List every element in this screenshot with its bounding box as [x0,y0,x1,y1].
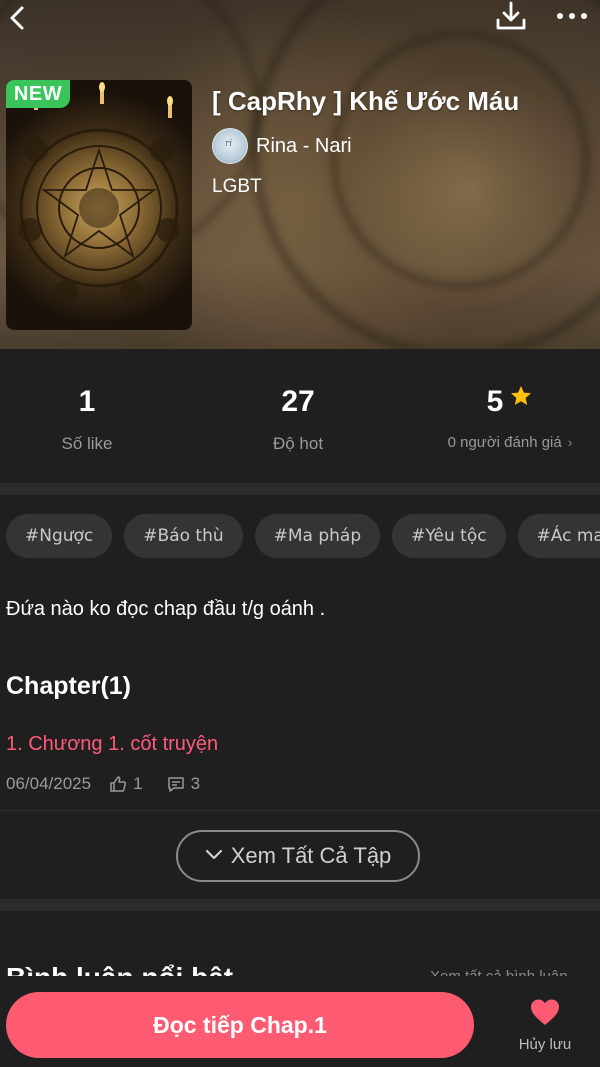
book-title: [ CapRhy ] Khế Ước Máu [212,86,520,116]
section-divider [0,899,600,911]
hot-value: 27 [281,385,315,418]
genre-label[interactable]: LGBT [212,176,262,198]
chapter-link[interactable]: 1. Chương 1. cốt truyện [6,733,218,756]
view-all-chapters-button[interactable]: Xem Tất Cả Tập [176,830,420,882]
book-description: Đứa nào ko đọc chap đầu t/g oánh . [6,598,326,620]
stat-likes: 1 Số like [0,380,187,454]
row-divider [0,810,600,811]
star-icon [511,386,532,405]
unsave-button[interactable]: Hủy lưu [505,998,585,1053]
tag-chip[interactable]: #Yêu tộc [392,514,506,558]
likes-value: 1 [78,385,96,418]
download-icon [496,1,526,30]
stats-panel: 1 Số like 27 Độ hot 5 0 người đánh giá › [0,380,600,480]
chapter-meta: 06/04/2025 1 3 [6,772,200,796]
chapter-heading: Chapter(1) [6,672,132,700]
avatar: ri [212,128,248,164]
chevron-right-icon: › [567,434,573,450]
magic-circle-image [18,82,180,304]
rating-value: 5 [486,385,504,418]
bottom-action-bar: Đọc tiếp Chap.1 Hủy lưu [0,976,600,1067]
new-badge: NEW [6,80,70,108]
chapter-comments: 3 [190,774,201,793]
chevron-down-icon [205,849,222,860]
tag-chip[interactable]: #Ngược [6,514,113,558]
author-name: Rina - Nari [256,134,352,157]
tag-list: #Ngược #Báo thù #Ma pháp #Yêu tộc #Ác ma [6,514,600,558]
author[interactable]: ri Rina - Nari [212,128,352,164]
top-bar [0,0,600,40]
hot-label: Độ hot [272,434,324,453]
comment-icon [167,777,184,792]
continue-reading-button[interactable]: Đọc tiếp Chap.1 [6,992,474,1058]
rating-label: 0 người đánh giá [447,434,562,451]
likes-label: Số like [61,434,113,453]
download-button[interactable] [494,0,528,34]
back-button[interactable] [4,2,32,34]
chapter-likes: 1 [133,774,143,793]
more-button[interactable] [554,4,590,28]
heart-icon [531,999,559,1025]
tag-chip[interactable]: #Ác ma [517,514,600,558]
chevron-left-icon [10,6,24,30]
stat-rating[interactable]: 5 0 người đánh giá › [410,380,600,451]
view-all-label: Xem Tất Cả Tập [230,843,392,868]
book-cover[interactable] [6,80,192,330]
thumbs-up-icon [110,776,127,792]
more-horizontal-icon [557,13,587,19]
tag-chip[interactable]: #Báo thù [124,514,243,558]
section-divider [0,483,600,495]
chapter-date: 06/04/2025 [6,774,92,793]
tag-chip[interactable]: #Ma pháp [254,514,381,558]
unsave-label: Hủy lưu [518,1036,572,1053]
stat-hot: 27 Độ hot [198,380,398,454]
